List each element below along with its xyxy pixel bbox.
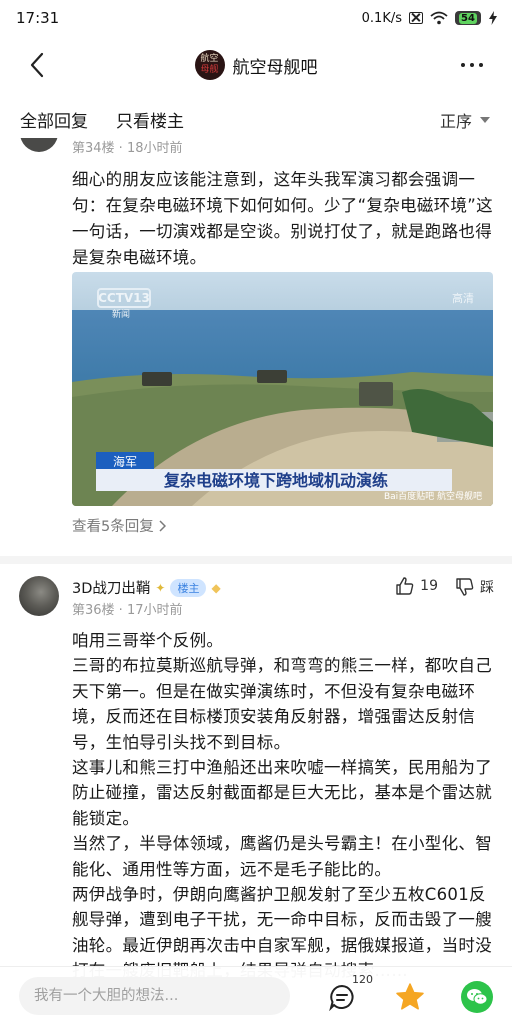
caret-down-icon (480, 117, 490, 123)
wechat-share-button[interactable] (461, 981, 493, 1013)
dislike-button[interactable]: 踩 (456, 577, 494, 597)
comment-count: 120 (352, 973, 373, 986)
bottom-bar: 120 (0, 966, 512, 1024)
dislike-label: 踩 (480, 580, 494, 596)
news-tag: 海军 (113, 454, 137, 469)
network-speed: 0.1K/s (361, 10, 402, 26)
paragraph: 三哥的布拉莫斯巡航导弹，和弯弯的熊三一样，都吹自己天下第一。但是在做实弹演练时，… (72, 656, 492, 752)
tab-only-op[interactable]: 只看楼主 (116, 107, 184, 132)
status-time: 17:31 (16, 9, 60, 27)
paragraph: 这事儿和熊三打中渔船还出来吹嘘一样搞笑，民用船为了防止碰撞，雷达反射截面都是巨大… (72, 758, 492, 828)
comments-button[interactable] (328, 983, 356, 1012)
page-header: 航空 母舰 航空母舰吧 (0, 36, 512, 94)
paragraph: 当然了，半导体领域，鹰酱仍是头号霸主！在小型化、智能化、通用性等方面，远不是毛子… (72, 834, 492, 879)
favorite-button[interactable] (395, 982, 425, 1012)
wifi-icon (430, 11, 448, 25)
back-button[interactable] (20, 48, 54, 82)
status-bar: 17:31 0.1K/s 54 (0, 0, 512, 36)
post-body: 咱用三哥举个反例。 三哥的布拉莫斯巡航导弹，和弯弯的熊三一样，都吹自己天下第一。… (72, 628, 496, 984)
dot-icon (479, 63, 483, 67)
wechat-icon (467, 989, 488, 1005)
cctv-logo: CCTV13 (98, 291, 150, 305)
dot-icon (461, 63, 465, 67)
like-button[interactable]: 19 (396, 577, 438, 595)
floor-meta: 第36楼 · 17小时前 (72, 603, 183, 618)
forum-name: 航空母舰吧 (232, 57, 318, 78)
sort-dropdown[interactable]: 正序 (440, 108, 490, 132)
avatar[interactable] (20, 138, 58, 152)
dot-icon (470, 63, 474, 67)
prev-post-header: 第34楼 · 18小时前 (0, 138, 512, 156)
news-screenshot: CCTV13 新闻 高清 海军 复杂电磁环境下跨地域机动演练 Bai百度贴吧 航… (72, 272, 493, 506)
sparkle-icon: ✦ (155, 580, 166, 595)
comment-icon (329, 984, 354, 1012)
watermark: Bai百度贴吧 航空母舰吧 (384, 490, 482, 502)
chevron-left-icon (30, 52, 44, 78)
thumbs-down-icon (456, 578, 474, 596)
diamond-icon: ◆ (211, 580, 221, 595)
view-replies-label: 查看5条回复 (72, 519, 154, 535)
post-divider (0, 556, 512, 564)
forum-title[interactable]: 航空 母舰 航空母舰吧 (194, 50, 318, 80)
sim-off-icon (409, 12, 423, 24)
post-text: 细心的朋友应该能注意到，这年头我军演习都会强调一句：在复杂电磁环境下如何如何。少… (72, 170, 493, 267)
more-options-button[interactable] (452, 48, 492, 82)
sort-label: 正序 (439, 112, 472, 131)
filter-tabs: 全部回复 只看楼主 正序 (0, 96, 512, 142)
forum-logo: 航空 母舰 (194, 50, 225, 80)
username[interactable]: 3D战刀出鞘 (72, 577, 150, 598)
user-info: 3D战刀出鞘 ✦ 楼主 ◆ (72, 577, 221, 598)
post-image[interactable]: CCTV13 新闻 高清 海军 复杂电磁环境下跨地域机动演练 Bai百度贴吧 航… (72, 272, 493, 506)
floor-meta: 第34楼 · 18小时前 (72, 141, 183, 156)
like-count: 19 (420, 578, 438, 594)
chevron-right-icon (159, 519, 166, 532)
view-replies-link[interactable]: 查看5条回复 (72, 515, 166, 536)
avatar[interactable] (19, 576, 59, 616)
cctv-sub: 新闻 (112, 308, 130, 320)
status-icons: 0.1K/s 54 (362, 11, 498, 26)
hd-label: 高清 (452, 291, 474, 305)
battery-icon: 54 (455, 11, 481, 25)
news-caption: 复杂电磁环境下跨地域机动演练 (163, 471, 388, 490)
op-badge: 楼主 (170, 578, 207, 597)
star-icon (396, 983, 424, 1010)
paragraph: 咱用三哥举个反例。 (72, 631, 224, 650)
reply-input[interactable] (19, 977, 290, 1015)
charging-icon (489, 11, 497, 25)
thumbs-up-icon (396, 577, 414, 595)
tab-all-replies[interactable]: 全部回复 (20, 107, 88, 132)
